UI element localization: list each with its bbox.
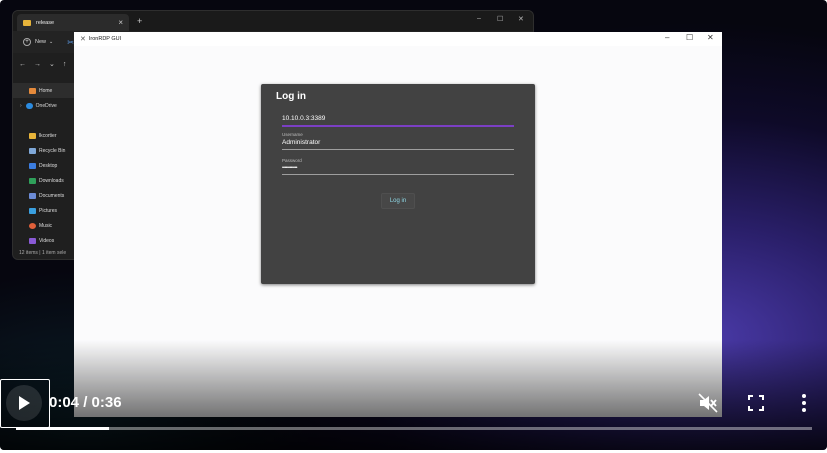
- more-options-button[interactable]: [796, 393, 812, 413]
- username-label: Username: [282, 132, 303, 137]
- play-button[interactable]: [6, 385, 42, 421]
- login-button[interactable]: Log in: [381, 193, 415, 209]
- document-icon: [29, 192, 36, 199]
- home-icon: [29, 87, 36, 94]
- download-icon: [29, 177, 36, 184]
- explorer-status-bar: 12 items | 1 item sele: [19, 250, 67, 256]
- sidebar-item-documents[interactable]: Documents: [13, 188, 75, 203]
- sidebar-item-label: OneDrive: [35, 102, 57, 109]
- sidebar-item-pictures[interactable]: Pictures: [13, 203, 75, 218]
- cloud-icon: [25, 102, 33, 109]
- chevron-down-icon: ⌄: [49, 39, 54, 45]
- maximize-icon[interactable]: ☐: [497, 15, 503, 23]
- sidebar-item-recycle-bin[interactable]: Recycle Bin: [13, 143, 75, 158]
- new-button-label: New: [35, 39, 47, 45]
- sidebar-item-label: Videos: [39, 237, 55, 244]
- password-label: Password: [282, 158, 302, 163]
- sidebar-item-onedrive[interactable]: › OneDrive: [13, 98, 75, 113]
- mute-button[interactable]: [698, 393, 718, 413]
- minimize-icon[interactable]: –: [665, 33, 669, 42]
- sidebar-item-music[interactable]: Music: [13, 218, 75, 233]
- time-display: 0:04 / 0:36: [49, 394, 122, 411]
- password-field[interactable]: Password ••••••••••••: [282, 158, 514, 175]
- sidebar-item-label: Music: [39, 222, 53, 229]
- username-field[interactable]: Username Administrator: [282, 132, 514, 150]
- progress-bar[interactable]: [16, 427, 812, 430]
- recycle-bin-icon: [29, 147, 36, 154]
- more-vertical-icon: [802, 394, 806, 412]
- cut-icon[interactable]: ✂: [67, 38, 74, 47]
- chevron-right-icon: ›: [20, 102, 22, 109]
- maximize-icon[interactable]: ☐: [686, 33, 693, 42]
- sidebar-item-home[interactable]: Home: [13, 83, 75, 98]
- sidebar-item-label: Pictures: [39, 207, 58, 214]
- back-icon[interactable]: ←: [19, 61, 26, 68]
- recent-icon[interactable]: ⌄: [49, 60, 55, 68]
- folder-icon: [23, 19, 31, 26]
- new-tab-icon[interactable]: +: [137, 16, 142, 26]
- desktop-icon: [29, 162, 36, 169]
- sidebar-item-downloads[interactable]: Downloads: [13, 173, 75, 188]
- app-logo-icon: ✕: [80, 36, 86, 43]
- login-dialog: Log in 10.10.0.3:3389 Username Administr…: [261, 84, 535, 284]
- fullscreen-button[interactable]: [747, 394, 765, 412]
- username-value: Administrator: [282, 139, 321, 146]
- new-button[interactable]: + New ⌄: [23, 38, 53, 46]
- explorer-tab-title: release: [36, 19, 55, 26]
- up-icon[interactable]: ↑: [63, 61, 67, 68]
- sidebar-item-label: Home: [39, 87, 53, 94]
- video-icon: [29, 237, 36, 244]
- sidebar-item-label: Recycle Bin: [39, 147, 66, 154]
- explorer-tab-bar: release × + – ☐ ✕: [13, 11, 533, 31]
- video-player[interactable]: release × + – ☐ ✕ + New ⌄ ✂ ← → ⌄ ↑ Home…: [0, 0, 827, 450]
- progress-fill: [16, 427, 110, 430]
- forward-icon[interactable]: →: [34, 61, 41, 68]
- folder-icon: [29, 132, 36, 139]
- sidebar-item-desktop[interactable]: Desktop: [13, 158, 75, 173]
- sidebar-item-user-folder[interactable]: lkcortier: [13, 128, 75, 143]
- explorer-tab[interactable]: release ×: [17, 14, 129, 31]
- password-underline: [282, 174, 514, 175]
- close-tab-icon[interactable]: ×: [118, 18, 123, 27]
- host-value: 10.10.0.3:3389: [282, 115, 326, 122]
- fullscreen-icon: [748, 395, 764, 411]
- muted-speaker-icon: [698, 393, 718, 413]
- close-icon[interactable]: ✕: [707, 33, 714, 42]
- minimize-icon[interactable]: –: [477, 15, 481, 22]
- login-heading: Log in: [276, 91, 306, 102]
- app-title: IronRDP GUI: [88, 36, 122, 42]
- password-value: ••••••••••••: [282, 165, 298, 171]
- sidebar-item-label: lkcortier: [39, 132, 57, 139]
- plus-icon: +: [23, 38, 31, 46]
- sidebar-item-videos[interactable]: Videos: [13, 233, 75, 248]
- sidebar-item-label: Downloads: [39, 177, 64, 184]
- username-underline: [282, 149, 514, 150]
- host-underline: [282, 125, 514, 127]
- music-icon: [29, 222, 36, 229]
- play-icon: [19, 396, 30, 410]
- app-title-bar: ✕ IronRDP GUI – ☐ ✕: [74, 32, 722, 46]
- sidebar-item-label: Documents: [39, 192, 65, 199]
- close-icon[interactable]: ✕: [518, 15, 524, 23]
- host-field[interactable]: 10.10.0.3:3389: [282, 113, 514, 127]
- explorer-sidebar: Home › OneDrive lkcortier Recycle Bin De…: [13, 83, 75, 248]
- sidebar-item-label: Desktop: [39, 162, 58, 169]
- picture-icon: [29, 207, 36, 214]
